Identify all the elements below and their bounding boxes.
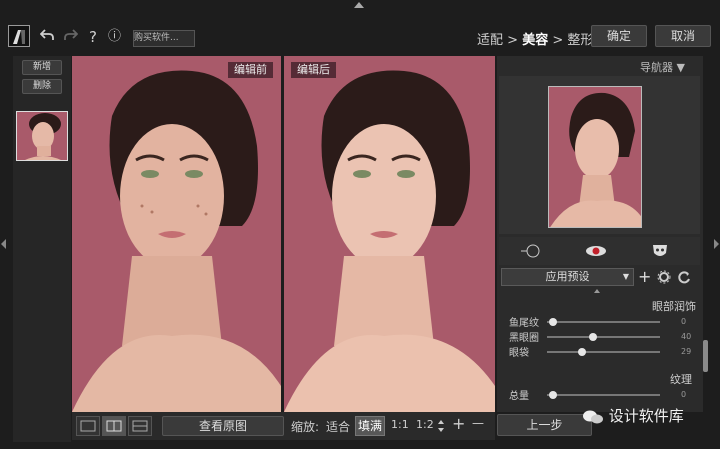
eye-section-title: 眼部润饰 [652,300,696,313]
texture-slider-track[interactable] [547,394,660,396]
texture-slider-value: 0 [681,390,687,399]
eye-slider-label: 黑眼圈 [509,333,539,344]
previous-step-button[interactable]: 上一步 [497,414,592,436]
navigator-thumbnail[interactable] [548,86,642,228]
add-preset-icon[interactable]: + [638,268,651,286]
eye-slider-label: 鱼尾纹 [509,318,539,329]
eye-slider-track[interactable] [547,321,660,323]
step-separator: > [507,33,519,48]
zoom-fit-button[interactable]: 适合 [326,418,350,435]
buy-software-button[interactable]: 购买软件... [133,30,195,47]
zoom-fill-button[interactable]: 填满 [355,416,385,436]
stacked-view-icon[interactable] [128,416,152,436]
reset-icon[interactable] [677,270,691,287]
spot-tool-icon[interactable] [520,243,542,262]
apply-preset-select[interactable]: 应用预设 ▼ [501,268,634,286]
view-original-button[interactable]: 查看原图 [162,416,284,436]
collapse-top-arrow-icon[interactable] [354,2,364,8]
eye-slider-value: 40 [681,332,692,341]
undo-icon[interactable] [39,28,54,46]
step-beauty[interactable]: 美容 [522,33,548,48]
app-logo [8,25,30,47]
eye-slider-label: 眼袋 [509,348,529,359]
after-image[interactable] [284,56,495,412]
expand-left-arrow-icon[interactable] [1,239,6,249]
preset-label: 应用预设 [545,270,590,283]
texture-slider-knob[interactable] [549,391,557,399]
eye-slider-value: 29 [681,347,692,356]
eye-slider-track[interactable] [547,336,660,338]
image-thumbnail[interactable] [16,111,68,161]
after-label: 编辑后 [291,62,336,78]
collapse-section-icon[interactable] [594,289,600,293]
step-adapt[interactable]: 适配 [477,33,503,48]
eye-slider-track[interactable] [547,351,660,353]
watermark-text: 设计软件库 [608,407,684,425]
eye-slider-knob[interactable] [549,318,557,326]
navigator-title[interactable]: 导航器 ▼ [640,59,685,75]
workflow-steps: 适配 > 美容 > 整形 [477,29,593,48]
eye-tool-icon[interactable] [585,244,607,261]
before-image[interactable] [72,56,281,412]
add-button[interactable]: 新增 [22,60,62,75]
wechat-icon [583,410,603,423]
mask-tool-icon[interactable] [651,242,669,263]
zoom-stepper-icon[interactable] [437,418,445,437]
zoom-1-2-button[interactable]: 1:2 [416,418,434,431]
info-icon[interactable]: ⓘ [108,28,121,46]
help-icon[interactable]: ? [89,28,97,46]
delete-button[interactable]: 删除 [22,79,62,94]
watermark: 设计软件库 [582,405,684,426]
confirm-button[interactable]: 确定 [591,25,647,47]
texture-slider-label: 总量 [509,391,529,402]
zoom-1-1-button[interactable]: 1:1 [391,418,409,431]
zoom-in-button[interactable]: + [452,414,465,433]
step-reshape[interactable]: 整形 [567,33,593,48]
expand-right-arrow-icon[interactable] [714,239,719,249]
texture-section-title: 纹理 [670,373,692,386]
single-view-icon[interactable] [76,416,100,436]
zoom-out-button[interactable]: — [472,416,484,430]
eye-slider-value: 0 [681,317,687,326]
chevron-down-icon: ▼ [622,272,629,281]
zoom-label: 缩放: [291,420,320,434]
panel-scrollbar[interactable] [703,340,708,372]
before-label: 编辑前 [228,62,273,78]
step-separator: > [552,33,564,48]
split-view-icon[interactable] [102,416,126,436]
redo-icon[interactable] [64,28,79,46]
cancel-button[interactable]: 取消 [655,25,711,47]
gear-icon[interactable] [657,270,671,287]
